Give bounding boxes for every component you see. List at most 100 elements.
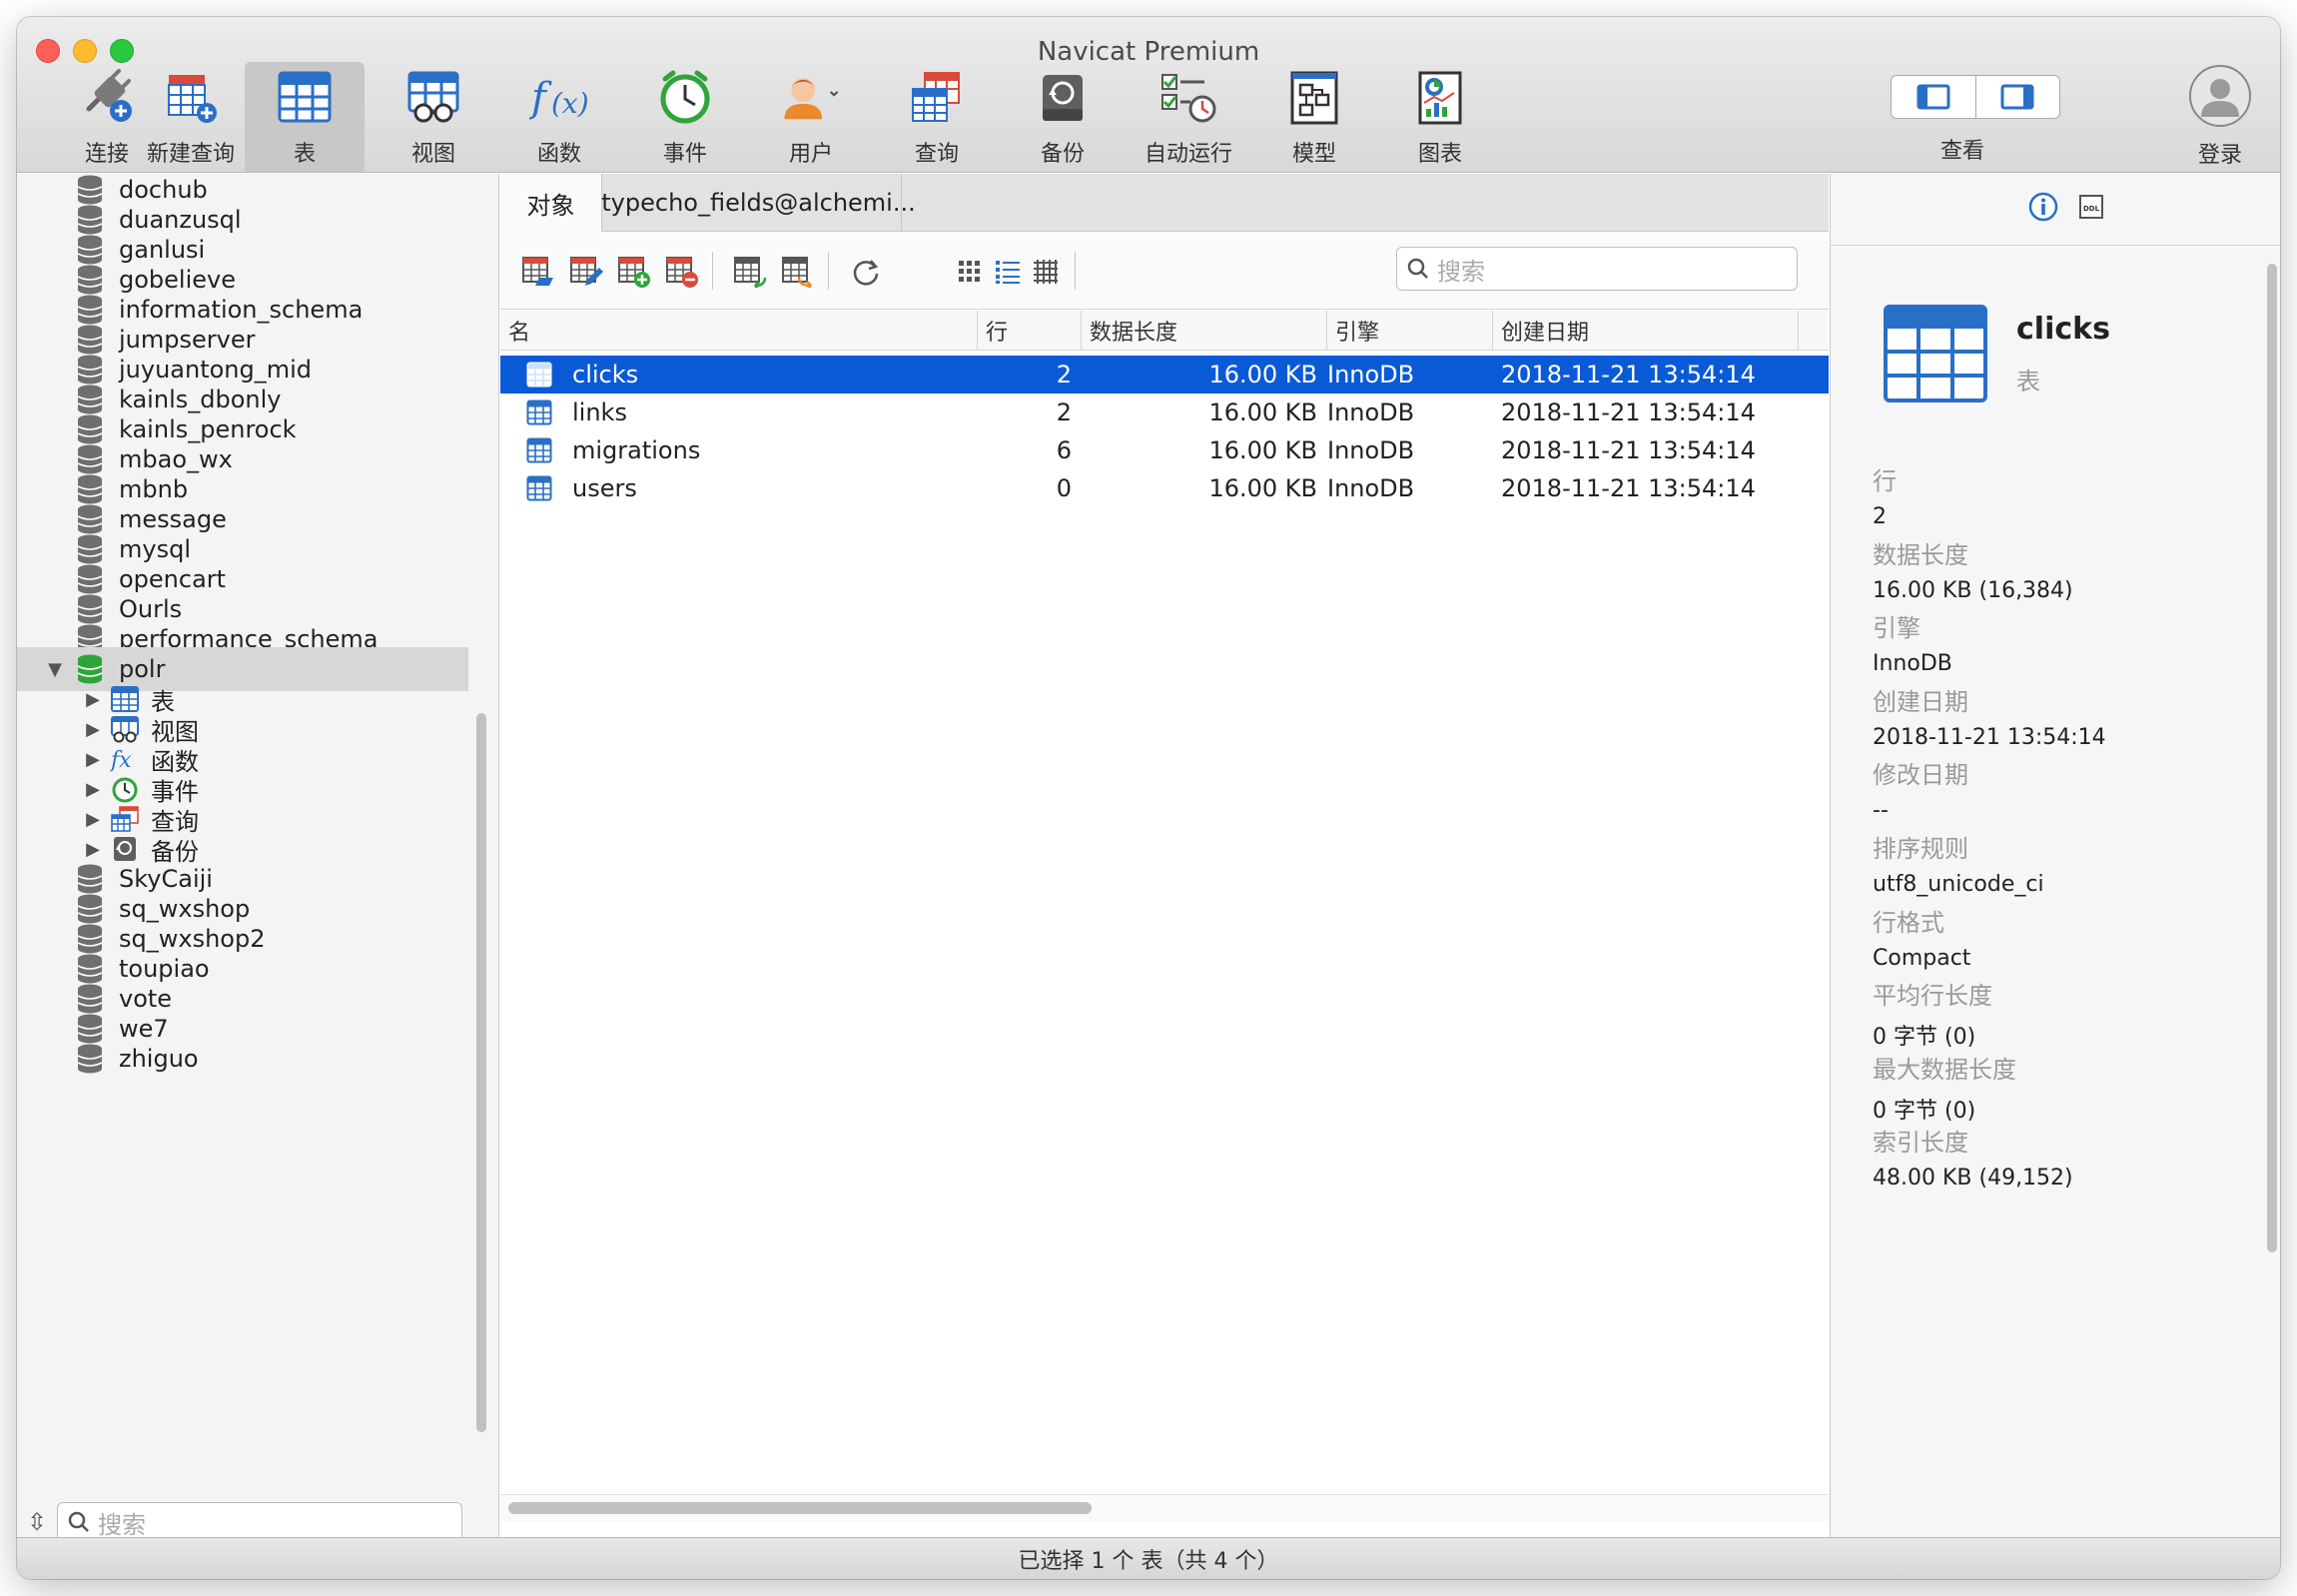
status-bar: 已选择 1 个 表（共 4 个）: [17, 1537, 2280, 1579]
plug-add-icon: [77, 66, 137, 128]
toolbar: Navicat Premium 连接 新建查询 表 视图 f (x) 函数 事件…: [17, 17, 2280, 173]
backup-icon: [1033, 66, 1093, 128]
info-tab-button[interactable]: [2026, 190, 2060, 224]
info-property: 最大数据长度 0 字节 (0): [1873, 1055, 2016, 1124]
toolbar-new-query-button[interactable]: 新建查询: [131, 62, 251, 172]
delete-table-icon: [666, 257, 698, 288]
info-property: 创建日期 2018-11-21 13:54:14: [1873, 687, 2106, 750]
object-toolbar: 搜索: [500, 232, 1829, 310]
column-header-rows[interactable]: 行: [978, 311, 1082, 351]
toolbar-query-button[interactable]: 查询: [877, 62, 997, 172]
user-icon: [781, 66, 841, 128]
function-icon: f (x): [529, 66, 589, 128]
ddl-tab-button[interactable]: DDL: [2074, 190, 2108, 224]
toolbar-table-button[interactable]: 表: [245, 62, 365, 172]
chart-icon: [1410, 66, 1470, 128]
table-row[interactable]: users 0 16.00 KB InnoDB 2018-11-21 13:54…: [500, 469, 1829, 507]
toolbar-separator: [828, 252, 829, 290]
toolbar-user-button[interactable]: 用户: [751, 62, 871, 172]
toolbar-model-button[interactable]: 模型: [1254, 62, 1374, 172]
svg-text:DDL: DDL: [2083, 205, 2100, 213]
info-object-name: clicks: [2016, 312, 2110, 347]
add-table-icon: [618, 257, 650, 288]
info-property: 引擎 InnoDB: [1873, 614, 1952, 677]
tab-objects[interactable]: 对象: [500, 174, 602, 232]
toolbar-chart-button[interactable]: 图表: [1380, 62, 1500, 172]
view-toggle: [1891, 75, 2060, 119]
sidebar-search-input[interactable]: 搜索: [57, 1502, 462, 1542]
column-header-engine[interactable]: 引擎: [1327, 311, 1493, 351]
refresh-button[interactable]: [846, 252, 886, 292]
table-icon: [275, 66, 335, 128]
automation-icon: [1158, 66, 1218, 128]
toolbar-view-button[interactable]: 视图: [374, 62, 493, 172]
info-property: 平均行长度 0 字节 (0): [1873, 982, 1992, 1051]
toolbar-event-button[interactable]: 事件: [625, 62, 745, 172]
filter-icon[interactable]: ⇳: [17, 1508, 57, 1536]
info-property: 修改日期 --: [1873, 761, 1968, 824]
database-item[interactable]: zhiguo: [17, 1037, 468, 1081]
toolbar-backup-button[interactable]: 备份: [1003, 62, 1123, 172]
navicat-window: Navicat Premium 连接 新建查询 表 视图 f (x) 函数 事件…: [17, 17, 2280, 1579]
grid-view-button[interactable]: [950, 252, 990, 292]
grid-icon: [959, 261, 980, 282]
search-icon: [1407, 258, 1428, 279]
toolbar-separator: [1075, 252, 1076, 290]
login-button[interactable]: 登录: [2174, 65, 2266, 169]
database-icon: [77, 1044, 103, 1074]
toolbar-automation-button[interactable]: 自动运行: [1129, 62, 1248, 172]
design-table-icon: [570, 257, 603, 286]
right-panel-icon: [2000, 84, 2034, 110]
svg-text:f: f: [529, 75, 552, 121]
left-panel-icon: [1916, 84, 1950, 110]
info-property: 索引长度 48.00 KB (49,152): [1873, 1129, 2073, 1192]
import-icon: [734, 257, 767, 288]
detail-grid-icon: [1034, 260, 1058, 284]
horizontal-scrollbar[interactable]: [508, 1502, 1092, 1514]
column-header-name[interactable]: 名: [500, 311, 978, 351]
tab-typecho-fields[interactable]: typecho_fields@alchemi...: [601, 174, 916, 232]
table-icon: [526, 362, 552, 388]
table-row[interactable]: clicks 2 16.00 KB InnoDB 2018-11-21 13:5…: [500, 356, 1829, 394]
search-icon: [68, 1511, 89, 1532]
table-row[interactable]: migrations 6 16.00 KB InnoDB 2018-11-21 …: [500, 431, 1829, 469]
export-wizard-button[interactable]: [778, 252, 818, 292]
list-view-button[interactable]: [988, 252, 1028, 292]
info-icon: [2028, 192, 2058, 222]
refresh-icon: [853, 260, 879, 286]
clock-icon: [655, 66, 715, 128]
connection-sidebar: dochub duanzusql ganlusi gobelieve infor…: [17, 174, 499, 1542]
open-table-button[interactable]: [518, 252, 558, 292]
table-large-icon: [1883, 304, 1988, 403]
detail-view-button[interactable]: [1026, 252, 1066, 292]
info-object-kind: 表: [2016, 368, 2040, 396]
info-property: 排序规则 utf8_unicode_ci: [1873, 835, 2044, 897]
info-scrollbar[interactable]: [2267, 264, 2277, 1252]
view-icon: [403, 66, 463, 128]
delete-table-button[interactable]: [662, 252, 702, 292]
svg-text:(x): (x): [551, 87, 589, 120]
sidebar-scrollbar[interactable]: [476, 713, 486, 1432]
import-wizard-button[interactable]: [730, 252, 770, 292]
design-table-button[interactable]: [566, 252, 606, 292]
info-property: 行格式 Compact: [1873, 908, 1971, 971]
info-panel-header: DDL: [1831, 174, 2280, 246]
table-icon: [526, 437, 552, 463]
toolbar-function-button[interactable]: f (x) 函数: [499, 62, 619, 172]
info-panel: DDL clicks 表 行 2 数据长度 16.00 KB (16,384) 引擎…: [1830, 174, 2280, 1537]
toggle-left-panel-button[interactable]: [1892, 76, 1975, 118]
export-icon: [782, 257, 812, 288]
table-row[interactable]: links 2 16.00 KB InnoDB 2018-11-21 13:54…: [500, 394, 1829, 431]
object-search-input[interactable]: 搜索: [1396, 247, 1798, 291]
database-tree: dochub duanzusql ganlusi gobelieve infor…: [17, 174, 486, 1472]
query-icon: [907, 66, 967, 128]
ddl-icon: DDL: [2079, 195, 2103, 219]
model-icon: [1284, 66, 1344, 128]
column-header-data-length[interactable]: 数据长度: [1082, 311, 1327, 351]
toggle-right-panel-button[interactable]: [1974, 76, 2060, 118]
column-header-created[interactable]: 创建日期: [1493, 311, 1799, 351]
toolbar-separator: [712, 252, 713, 290]
open-table-icon: [522, 257, 553, 286]
table-icon: [526, 399, 552, 425]
new-table-button[interactable]: [614, 252, 654, 292]
